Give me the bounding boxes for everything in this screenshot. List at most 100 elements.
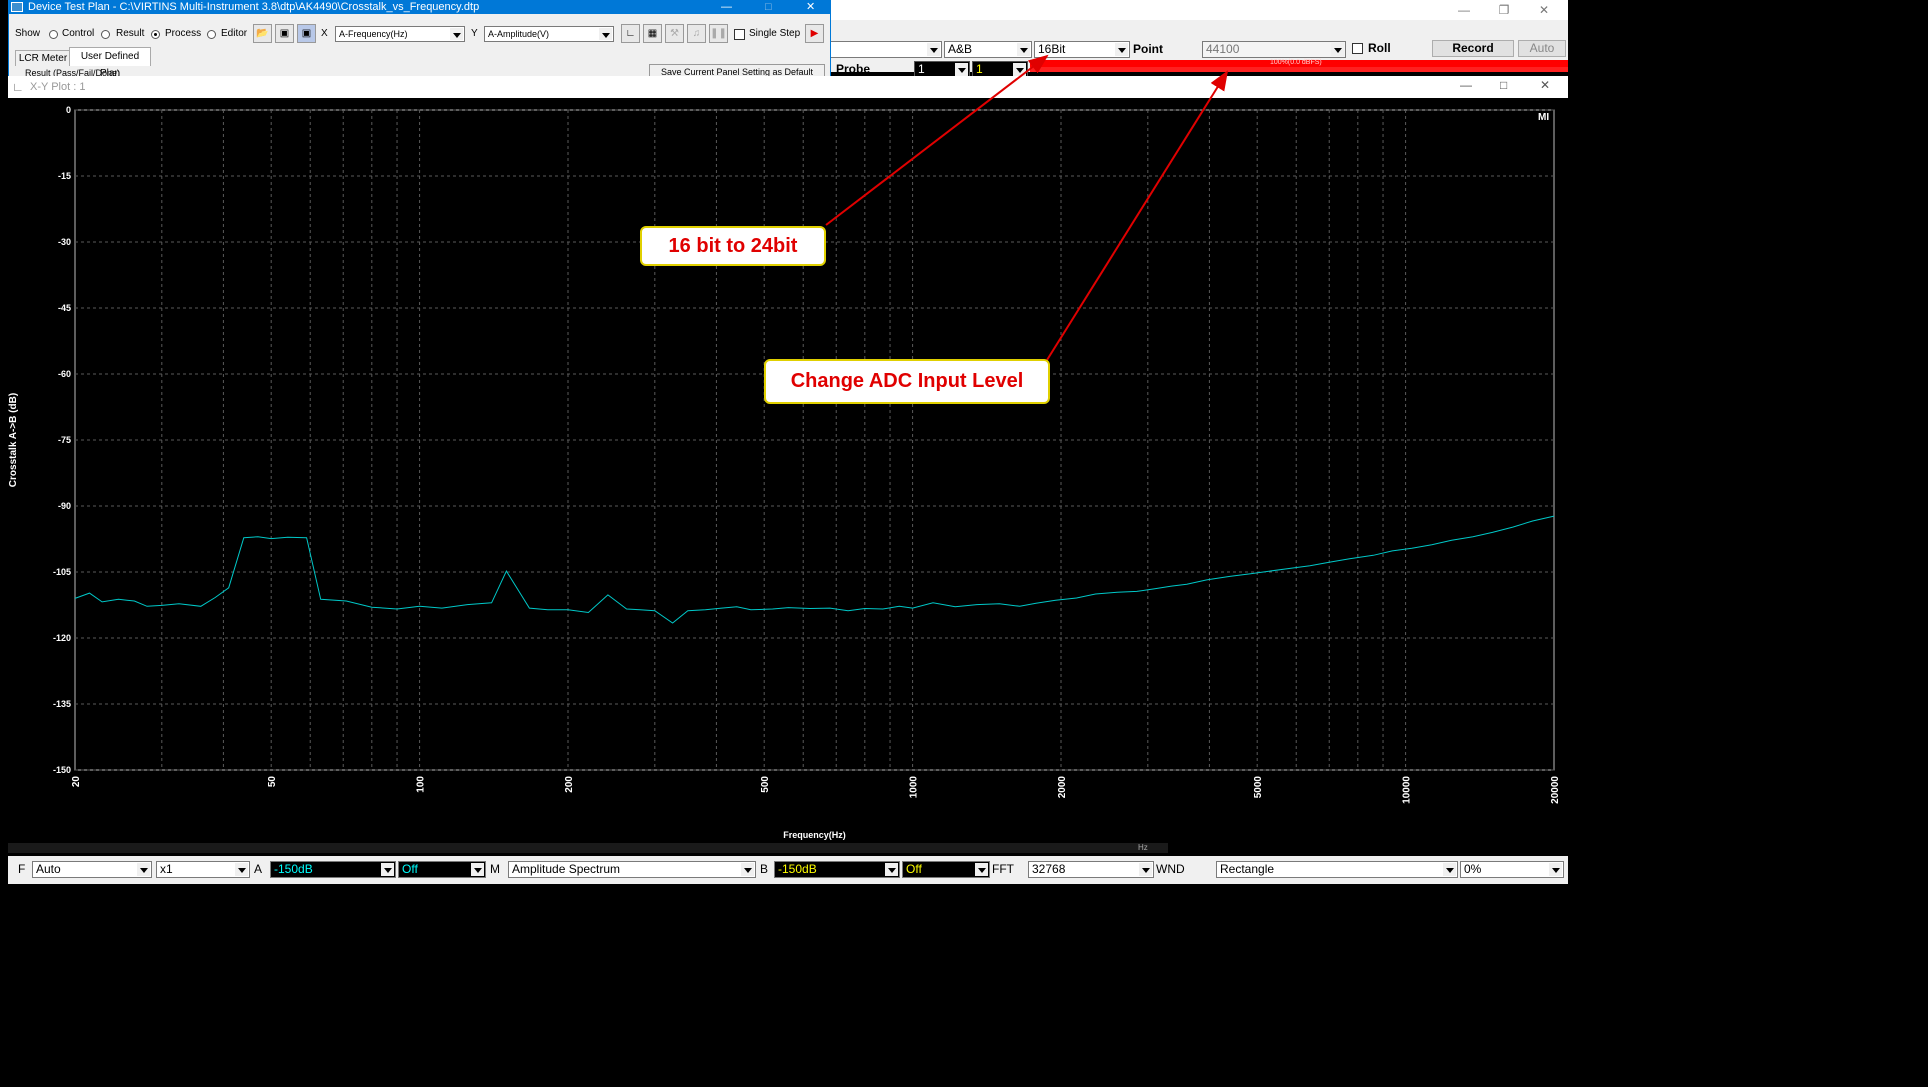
x-tick-label: 10000 xyxy=(1402,776,1413,804)
bit-depth-select[interactable]: 16Bit xyxy=(1034,41,1130,58)
xy-plot-icon[interactable]: ∟ xyxy=(621,24,640,43)
y-tick-label: -135 xyxy=(53,699,71,709)
y-tick-label: -90 xyxy=(58,501,71,511)
dtp-title: Device Test Plan - C:\VIRTINS Multi-Inst… xyxy=(28,1,480,13)
multiplier-select[interactable]: x1 xyxy=(156,861,250,878)
xy-close-icon[interactable]: ✕ xyxy=(1540,78,1550,92)
channel-select[interactable]: A&B xyxy=(944,41,1032,58)
close-icon[interactable]: ✕ xyxy=(1534,2,1554,18)
crosstalk-series-line xyxy=(74,515,1555,624)
single-step-checkbox[interactable] xyxy=(734,29,745,40)
status-strip: Hz xyxy=(8,843,1168,853)
y-tick-label: -120 xyxy=(53,633,71,643)
chevron-down-icon xyxy=(1013,63,1026,76)
crosstalk-chart: 0 -15 -30 -45 -60 -75 -90 -105 -120 -135 -15020 50 1… xyxy=(8,105,1561,840)
y-axis-select[interactable]: A-Amplitude(V) xyxy=(484,26,614,42)
y-axis-title: Crosstalk A->B (dB) xyxy=(8,393,19,487)
wnd-label: WND xyxy=(1156,862,1185,876)
xy-plot-icon: ∟ xyxy=(12,80,24,94)
b-label: B xyxy=(760,862,769,876)
plot-area: 0 -15 -30 -45 -60 -75 -90 -105 -120 -135 -150 20 50 1… xyxy=(8,98,1568,843)
chevron-down-icon xyxy=(450,28,463,40)
device-test-plan-window: Device Test Plan - C:\VIRTINS Multi-Inst… xyxy=(8,0,831,78)
mi-label: MI xyxy=(1538,112,1550,123)
tab-user-defined-plan[interactable]: User Defined Plan xyxy=(69,47,151,77)
chevron-down-icon xyxy=(955,63,968,76)
process-radio[interactable] xyxy=(151,30,160,39)
pause-icon[interactable]: ❚❚ xyxy=(709,24,728,43)
x-tick-label: 500 xyxy=(760,776,771,793)
y-tick-label: -45 xyxy=(58,303,71,313)
level-meter-text: 100%(0.0 dBFS) xyxy=(1270,59,1322,66)
x-tick-label: 20000 xyxy=(1550,776,1561,804)
overlap-select[interactable]: 0% xyxy=(1460,861,1564,878)
restore-icon[interactable]: ❐ xyxy=(1494,2,1514,18)
xy-minimize-icon[interactable]: — xyxy=(1460,78,1472,92)
dtp-close-icon[interactable]: ✕ xyxy=(806,1,815,13)
save-icon[interactable]: ▣ xyxy=(275,24,294,43)
callout-bits: 16 bit to 24bit xyxy=(640,226,826,266)
frequency-select[interactable]: Auto xyxy=(32,861,152,878)
chevron-down-icon xyxy=(381,863,394,876)
callout-adc: Change ADC Input Level xyxy=(764,359,1050,404)
x-tick-label: 2000 xyxy=(1057,776,1068,799)
chevron-down-icon xyxy=(471,863,484,876)
save-as-icon[interactable]: ▣ xyxy=(297,24,316,43)
control-radio[interactable] xyxy=(49,30,58,39)
f-label: F xyxy=(18,862,26,876)
dtp-titlebar: Device Test Plan - C:\VIRTINS Multi-Inst… xyxy=(9,1,830,14)
tool-icon[interactable]: ⚒ xyxy=(665,24,684,43)
chevron-down-icon xyxy=(1017,43,1030,56)
table-icon[interactable]: ▦ xyxy=(643,24,662,43)
chevron-down-icon xyxy=(235,863,248,876)
fft-size-select[interactable]: 32768 xyxy=(1028,861,1154,878)
open-folder-icon[interactable]: 📂 xyxy=(253,24,272,43)
result-radio[interactable] xyxy=(101,30,110,39)
chevron-down-icon xyxy=(927,43,940,56)
process-radio-label: Process xyxy=(165,28,202,39)
roll-checkbox[interactable] xyxy=(1352,43,1363,54)
main-window-titlebar: — ❐ ✕ xyxy=(830,0,1568,20)
a-label: A xyxy=(254,862,263,876)
a-off-select[interactable]: Off xyxy=(398,861,486,878)
a-level-select[interactable]: -150dB xyxy=(270,861,396,878)
b-off-select[interactable]: Off xyxy=(902,861,990,878)
xy-maximize-icon[interactable]: □ xyxy=(1500,78,1507,92)
y-tick-label: -105 xyxy=(53,567,71,577)
run-icon[interactable]: ▶ xyxy=(805,24,824,43)
editor-radio[interactable] xyxy=(207,30,216,39)
chevron-down-icon xyxy=(137,863,150,876)
auto-button[interactable]: Auto xyxy=(1518,40,1566,57)
tab-lcr-meter[interactable]: LCR Meter xyxy=(15,50,71,66)
chevron-down-icon xyxy=(975,863,988,876)
x-tick-label: 100 xyxy=(416,776,427,793)
point-select[interactable]: 44100 xyxy=(1202,41,1346,58)
speaker-icon[interactable]: ♫ xyxy=(687,24,706,43)
x-tick-label: 50 xyxy=(267,776,278,788)
hz-label: Hz xyxy=(1138,843,1148,852)
fft-label: FFT xyxy=(992,862,1014,876)
chevron-down-icon xyxy=(1139,863,1152,876)
x-tick-label: 200 xyxy=(564,776,575,793)
bottom-toolbar: F Auto x1 A -150dB Off M Amplitude Spect… xyxy=(8,856,1568,884)
x-axis-select[interactable]: A-Frequency(Hz) xyxy=(335,26,465,42)
chevron-down-icon xyxy=(1443,863,1456,876)
chevron-down-icon xyxy=(741,863,754,876)
b-level-select[interactable]: -150dB xyxy=(774,861,900,878)
x-axis-title: Frequency(Hz) xyxy=(783,830,846,840)
dtp-maximize-icon[interactable]: □ xyxy=(765,1,772,13)
unknown-select[interactable] xyxy=(830,41,942,58)
x-axis-label: X xyxy=(321,28,328,39)
editor-radio-label: Editor xyxy=(221,28,248,39)
dtp-minimize-icon[interactable]: — xyxy=(721,1,732,13)
result-radio-label: Result xyxy=(116,28,145,39)
y-tick-label: -75 xyxy=(58,435,71,445)
window-select[interactable]: Rectangle xyxy=(1216,861,1458,878)
y-axis-label: Y xyxy=(471,28,478,39)
record-button[interactable]: Record xyxy=(1432,40,1514,57)
mode-select[interactable]: Amplitude Spectrum xyxy=(508,861,756,878)
x-tick-label: 20 xyxy=(71,776,82,788)
chevron-down-icon xyxy=(1331,43,1344,56)
minimize-icon[interactable]: — xyxy=(1454,2,1474,18)
chevron-down-icon xyxy=(599,28,612,40)
